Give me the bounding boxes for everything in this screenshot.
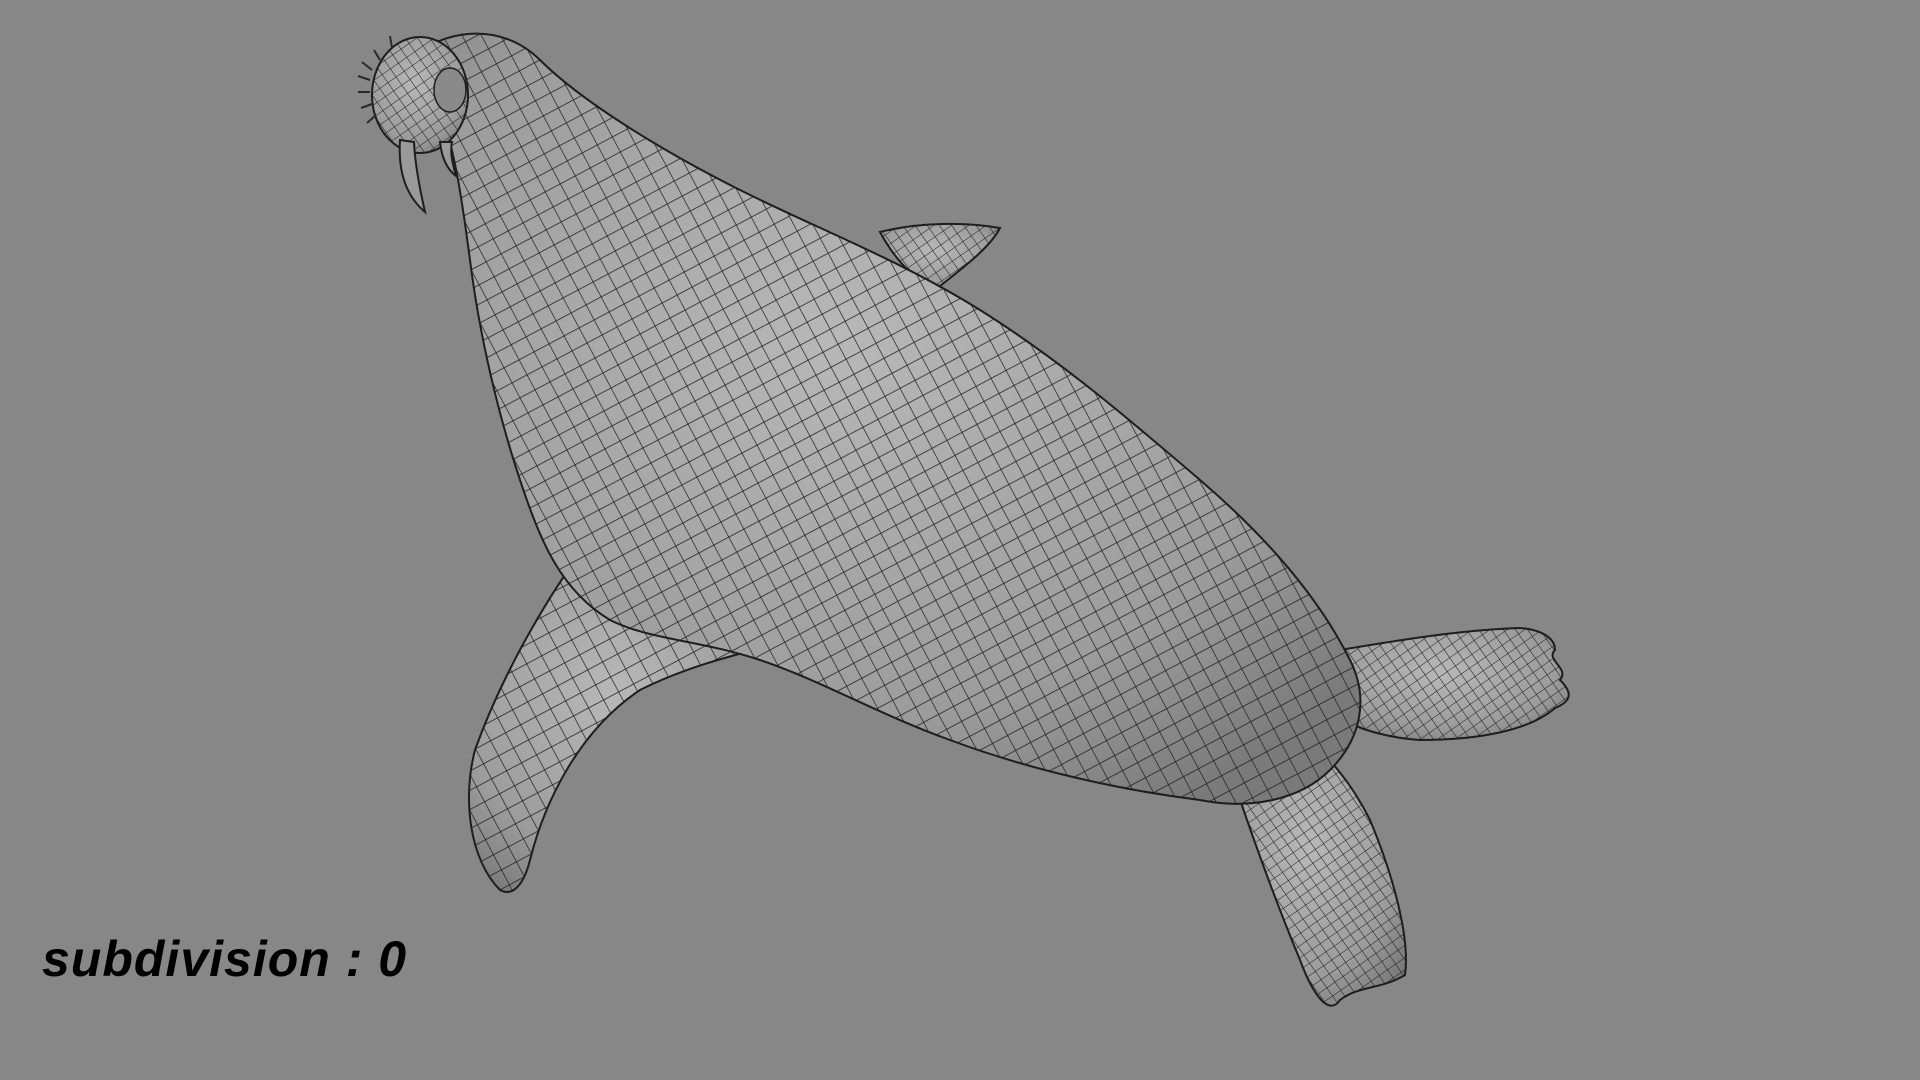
tail-flipper (1338, 626, 1570, 742)
subdivision-label: subdivision : 0 (42, 931, 408, 987)
walrus-model[interactable] (0, 0, 1920, 1080)
3d-viewport[interactable]: subdivision : 0 (0, 0, 1920, 1080)
walrus-head (357, 35, 469, 154)
